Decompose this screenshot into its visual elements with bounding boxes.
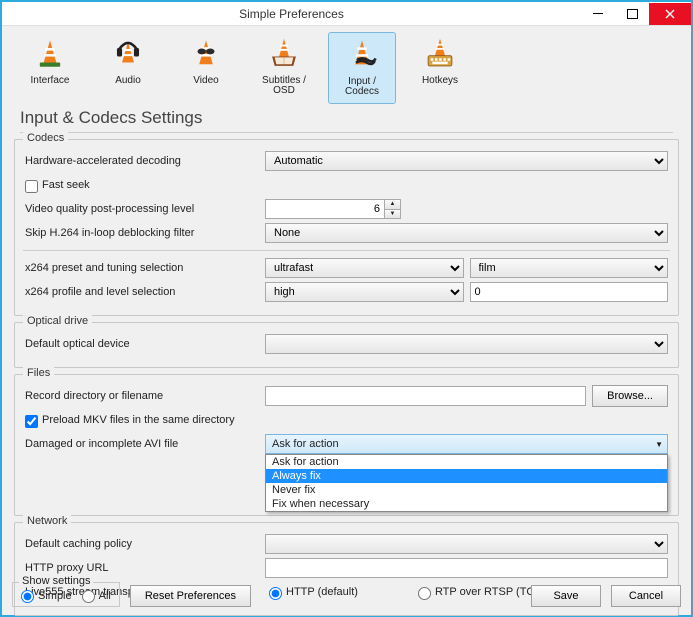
avi-fix-option[interactable]: Never fix	[266, 483, 667, 497]
category-audio[interactable]: Audio	[94, 32, 162, 104]
fast-seek-label: Fast seek	[42, 179, 90, 191]
skip-loop-select[interactable]: None	[265, 223, 668, 243]
headphones-cone-icon	[105, 36, 151, 72]
record-dir-label: Record directory or filename	[25, 390, 265, 402]
fast-seek-input[interactable]	[25, 180, 38, 193]
show-settings-legend: Show settings	[19, 575, 93, 587]
maximize-button[interactable]	[615, 3, 649, 25]
category-label: Subtitles / OSD	[252, 76, 316, 96]
pp-level-spin[interactable]: ▲ ▼	[265, 199, 401, 219]
caching-policy-select[interactable]	[265, 534, 668, 554]
caching-policy-label: Default caching policy	[25, 538, 265, 550]
proxy-url-label: HTTP proxy URL	[25, 562, 265, 574]
category-label: Hotkeys	[408, 76, 472, 86]
all-radio-label: All	[99, 590, 111, 602]
pp-level-input[interactable]	[265, 199, 385, 219]
category-subtitles[interactable]: Subtitles / OSD	[250, 32, 318, 104]
category-inputcodecs[interactable]: Input / Codecs	[328, 32, 396, 104]
group-legend: Network	[23, 515, 71, 527]
avi-fix-value: Ask for action	[272, 438, 339, 450]
preload-mkv-label: Preload MKV files in the same directory	[42, 414, 235, 426]
x264-level-input[interactable]	[470, 282, 669, 302]
skip-loop-label: Skip H.264 in-loop deblocking filter	[25, 227, 265, 239]
simple-radio-label: Simple	[38, 590, 72, 602]
hw-decoding-select[interactable]: Automatic	[265, 151, 668, 171]
close-icon	[665, 9, 675, 19]
spin-up-icon[interactable]: ▲	[385, 200, 400, 210]
proxy-url-input[interactable]	[265, 558, 668, 578]
simple-radio-input[interactable]	[21, 590, 34, 603]
hw-decoding-label: Hardware-accelerated decoding	[25, 155, 265, 167]
group-legend: Codecs	[23, 132, 68, 144]
window-title: Simple Preferences	[2, 7, 581, 21]
book-cone-icon	[261, 36, 307, 72]
chevron-down-icon: ▼	[655, 440, 663, 449]
x264-preset-select[interactable]: ultrafast	[265, 258, 464, 278]
category-label: Input / Codecs	[331, 77, 393, 97]
show-settings-all-radio[interactable]: All	[82, 589, 111, 602]
avi-fix-option[interactable]: Always fix	[266, 469, 667, 483]
category-hotkeys[interactable]: Hotkeys	[406, 32, 474, 104]
avi-fix-option[interactable]: Ask for action	[266, 455, 667, 469]
keyboard-cone-icon	[417, 36, 463, 72]
minimize-button[interactable]	[581, 3, 615, 25]
close-button[interactable]	[649, 3, 691, 25]
traffic-cone-icon	[27, 36, 73, 72]
group-files: Files Record directory or filename Brows…	[14, 374, 679, 516]
show-settings-simple-radio[interactable]: Simple	[21, 589, 72, 602]
category-interface[interactable]: Interface	[16, 32, 84, 104]
category-video[interactable]: Video	[172, 32, 240, 104]
default-optical-label: Default optical device	[25, 338, 265, 350]
preload-mkv-checkbox[interactable]: Preload MKV files in the same directory	[25, 414, 235, 427]
fast-seek-checkbox[interactable]: Fast seek	[25, 179, 90, 192]
default-optical-select[interactable]	[265, 334, 668, 354]
title-bar: Simple Preferences	[2, 2, 691, 26]
preload-mkv-input[interactable]	[25, 415, 38, 428]
x264-tuning-select[interactable]: film	[470, 258, 669, 278]
divider	[23, 250, 670, 251]
x264-profile-label: x264 profile and level selection	[25, 286, 265, 298]
x264-profile-select[interactable]: high	[265, 282, 464, 302]
film-cone-icon	[339, 37, 385, 73]
x264-preset-label: x264 preset and tuning selection	[25, 262, 265, 274]
group-legend: Files	[23, 367, 54, 379]
page-title: Input & Codecs Settings	[2, 106, 691, 132]
footer-bar: Show settings Simple All Reset Preferenc…	[2, 578, 691, 615]
avi-fix-dropdown-popup: Ask for action Always fix Never fix Fix …	[265, 454, 668, 512]
avi-fix-label: Damaged or incomplete AVI file	[25, 438, 265, 450]
avi-fix-option[interactable]: Fix when necessary	[266, 497, 667, 511]
cancel-button[interactable]: Cancel	[611, 585, 681, 607]
group-legend: Optical drive	[23, 315, 92, 327]
browse-button[interactable]: Browse...	[592, 385, 668, 407]
glasses-cone-icon	[183, 36, 229, 72]
category-label: Audio	[96, 76, 160, 86]
all-radio-input[interactable]	[82, 590, 95, 603]
avi-fix-select[interactable]: Ask for action ▼ Ask for action Always f…	[265, 434, 668, 454]
group-codecs: Codecs Hardware-accelerated decoding Aut…	[14, 139, 679, 316]
record-dir-input[interactable]	[265, 386, 586, 406]
reset-preferences-button[interactable]: Reset Preferences	[130, 585, 251, 607]
category-ribbon: Interface Audio Video	[2, 26, 691, 106]
pp-level-label: Video quality post-processing level	[25, 203, 265, 215]
content-area: Codecs Hardware-accelerated decoding Aut…	[2, 139, 691, 616]
category-label: Video	[174, 76, 238, 86]
category-label: Interface	[18, 76, 82, 86]
window-controls	[581, 3, 691, 25]
save-button[interactable]: Save	[531, 585, 601, 607]
group-optical: Optical drive Default optical device	[14, 322, 679, 368]
heading-divider	[20, 132, 673, 133]
show-settings-group: Show settings Simple All	[12, 582, 120, 607]
spin-down-icon[interactable]: ▼	[385, 210, 400, 219]
